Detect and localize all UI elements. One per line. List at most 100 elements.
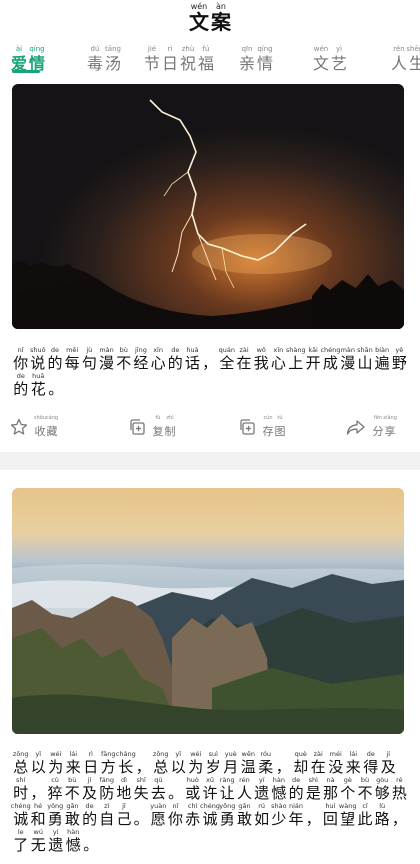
save-image-icon <box>238 418 256 436</box>
hanzi: 柔 <box>258 758 274 776</box>
tab-char: wén 文 <box>312 44 330 74</box>
tab-dú-tāng[interactable]: dú 毒 tāng 汤 <box>86 44 122 74</box>
ruby-char: bù 不 <box>115 346 132 372</box>
ruby-char: róu 柔 <box>257 750 275 776</box>
cún-tú-button[interactable]: cún 存 tú 图 <box>238 414 286 440</box>
ruby-char: huí 回 <box>322 802 339 828</box>
ruby-char: jǐ 己 <box>115 802 132 828</box>
ruby-char: zǒng 总 <box>152 750 170 776</box>
hanzi: 不 <box>357 784 373 802</box>
hanzi: 。 <box>83 836 99 854</box>
ruby-char: chì 赤 <box>184 802 201 828</box>
tab-hanzi: 亲 <box>238 54 255 73</box>
ruby-char: 。 <box>47 372 65 398</box>
text-line: chéng 诚 hé 和 yǒng 勇 gǎn 敢 de 的 zì 自 jǐ 己。 yuàn 愿 nǐ 你 chì 赤… <box>11 802 408 828</box>
pinyin: cáng <box>45 415 59 421</box>
hanzi: 没 <box>328 758 344 776</box>
ruby-char: lái 来 <box>65 750 83 776</box>
tab-pinyin: tāng <box>105 45 121 53</box>
ruby-char: gòu 够 <box>374 776 391 802</box>
hanzi: ， <box>305 810 321 828</box>
hanzi: 来 <box>65 758 81 776</box>
mountain-photo <box>12 488 404 734</box>
logo-hanzi: 案 <box>211 10 231 34</box>
hanzi: 回 <box>322 810 338 828</box>
ruby-char: yǒng 勇 <box>219 802 236 828</box>
post-text: nǐ 你 shuō 说 de 的 měi 每 jù 句 màn 漫 bù 不 jīng 经 xīn 心 de 的 huà… <box>12 346 408 398</box>
pinyin: zhì <box>166 415 174 421</box>
pinyin: fēn <box>373 415 382 421</box>
ruby-char: chéng 成 <box>320 346 340 372</box>
hanzi: 许 <box>202 784 218 802</box>
shōu-cáng-button[interactable]: shōu 收 cáng 藏 <box>10 414 58 440</box>
tab-rén-shēng[interactable]: rén人shēng生 <box>390 44 420 74</box>
copy-icon <box>128 418 146 436</box>
pinyin: fù <box>155 415 161 421</box>
tab-pinyin: wén <box>313 45 329 53</box>
fēn-xiǎng-button[interactable]: fēn 分 xiǎng 享 <box>346 414 397 440</box>
tab-char: rén 人 <box>390 44 408 74</box>
hanzi: 心 <box>150 354 166 372</box>
text-line: shí 时， cù 猝 bù 不 jí 及 fáng 防 dì 地 shī 失 qù 去。 huò 或 xǔ 许 ràn… <box>12 776 408 802</box>
hanzi: 以 <box>30 758 46 776</box>
tab-qīn-qíng[interactable]: qīn 亲 qíng 情 <box>238 44 274 74</box>
ruby-char: suì 岁 <box>205 750 223 776</box>
post-text: zǒng 总 yǐ 以 wéi 为 lái 来 rì 日 fāng 方 cháng 长， zǒng 总 yǐ 以 w… <box>11 750 408 854</box>
hanzi: 地 <box>116 784 132 802</box>
hanzi: 藏 <box>46 425 58 438</box>
hanzi: 来 <box>345 758 361 776</box>
hanzi: 得 <box>363 758 379 776</box>
ruby-char: ， <box>391 802 408 828</box>
hanzi: 了 <box>13 836 29 854</box>
text-line: nǐ 你 shuō 说 de 的 měi 每 jù 句 màn 漫 bù 不 jīng 经 xīn 心 de 的 huà… <box>12 346 408 372</box>
ruby-char: zǒng 总 <box>12 750 30 776</box>
ruby-char: hàn 憾 <box>270 776 287 802</box>
tab-wén-yì[interactable]: wén 文 yì 艺 <box>312 44 348 74</box>
hanzi: 方 <box>100 758 116 776</box>
tab-pinyin: qīn <box>241 45 253 53</box>
hanzi: 的 <box>82 810 98 828</box>
hanzi: 温 <box>240 758 256 776</box>
ruby-char: rú 如 <box>253 802 270 828</box>
hanzi: 的 <box>288 784 304 802</box>
logo-hanzi: 文 <box>189 10 209 34</box>
hanzi: 是 <box>305 784 321 802</box>
hanzi: 日 <box>83 758 99 776</box>
hanzi: 你 <box>13 354 29 372</box>
hanzi: 漫 <box>340 354 356 372</box>
ruby-char: fù 复 <box>152 414 164 440</box>
text-line: zǒng 总 yǐ 以 wéi 为 lái 来 rì 日 fāng 方 cháng 长， zǒng 总 yǐ 以 w… <box>12 750 408 776</box>
ruby-char: měi 每 <box>64 346 81 372</box>
tab-jié-rì-zhù-fú[interactable]: jié 节 rì 日 zhù 祝 fú 福 <box>143 44 215 74</box>
ruby-char: lù 路 <box>374 802 391 828</box>
hanzi: 勇 <box>47 810 63 828</box>
ruby-char: de 的 <box>167 346 184 372</box>
hanzi: 己 <box>116 810 132 828</box>
hanzi: 去 <box>150 784 166 802</box>
ruby-char: rè 热 <box>391 776 408 802</box>
lightning-photo <box>12 84 404 329</box>
ruby-char: wú 无 <box>30 828 48 854</box>
tab-char: rì 日 <box>161 44 179 74</box>
hanzi: 制 <box>164 425 176 438</box>
hanzi: 愿 <box>150 810 166 828</box>
ruby-char: rén 人 <box>236 776 253 802</box>
hanzi: 说 <box>30 354 46 372</box>
ruby-char: huà 话 <box>184 346 201 372</box>
hanzi: 在 <box>310 758 326 776</box>
hanzi: 享 <box>384 425 396 438</box>
header: wén 文 àn 案 <box>0 0 420 36</box>
ruby-char: yǒng 勇 <box>47 802 64 828</box>
fù-zhì-button[interactable]: fù 复 zhì 制 <box>128 414 176 440</box>
ruby-char: nián 年 <box>287 802 304 828</box>
hanzi: 月 <box>223 758 239 776</box>
ruby-char: cǐ 此 <box>356 802 373 828</box>
hanzi: 敢 <box>236 810 252 828</box>
tab-pinyin: dú <box>90 45 100 53</box>
ruby-char: chéng 诚 <box>200 802 220 828</box>
hanzi: ， <box>275 758 291 776</box>
hanzi: 诚 <box>13 810 29 828</box>
ruby-char: shōu 收 <box>34 414 46 440</box>
hanzi: 诚 <box>202 810 218 828</box>
hanzi: ， <box>202 354 218 372</box>
